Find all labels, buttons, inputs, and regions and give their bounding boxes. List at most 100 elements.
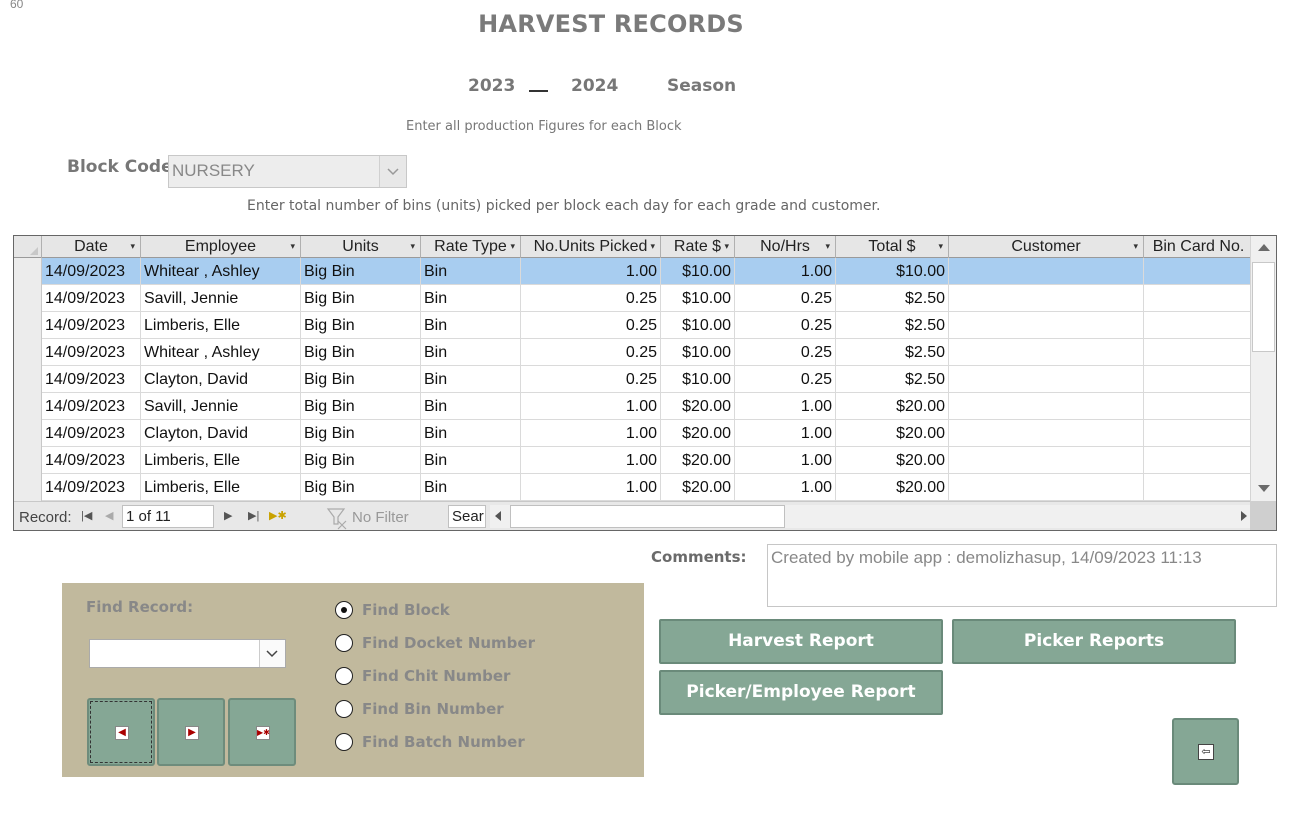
sort-filter-icon[interactable]: ▾ bbox=[650, 236, 655, 257]
cell-employee[interactable]: Savill, Jennie bbox=[141, 393, 301, 420]
cell-units-picked[interactable]: 0.25 bbox=[521, 339, 661, 366]
cell-employee[interactable]: Limberis, Elle bbox=[141, 312, 301, 339]
find-record-combo[interactable] bbox=[89, 639, 286, 668]
season-start-year[interactable]: 2023 bbox=[468, 76, 515, 96]
cell-bin-card[interactable] bbox=[1144, 285, 1250, 312]
cell-units-picked[interactable]: 0.25 bbox=[521, 312, 661, 339]
cell-customer[interactable] bbox=[949, 474, 1144, 501]
cell-total[interactable]: $20.00 bbox=[836, 420, 949, 447]
cell-total[interactable]: $20.00 bbox=[836, 474, 949, 501]
new-record-button[interactable]: ▶✱ bbox=[228, 698, 296, 766]
cell-rate[interactable]: $10.00 bbox=[661, 366, 735, 393]
radio-button[interactable] bbox=[335, 667, 353, 685]
scroll-thumb[interactable] bbox=[1252, 262, 1275, 352]
table-row[interactable]: 14/09/2023 Whitear , Ashley Big Bin Bin 0.25… bbox=[14, 339, 1250, 366]
cell-hours[interactable]: 1.00 bbox=[735, 258, 836, 285]
column-header-customer[interactable]: Customer ▾ bbox=[949, 236, 1144, 258]
cell-units[interactable]: Big Bin bbox=[301, 339, 421, 366]
harvest-datasheet[interactable]: Date ▾ Employee ▾ Units ▾ Rate Type ▾ No.Units P… bbox=[13, 235, 1277, 531]
cell-employee[interactable]: Clayton, David bbox=[141, 420, 301, 447]
sort-filter-icon[interactable]: ▾ bbox=[724, 236, 729, 257]
season-end-year[interactable]: 2024 bbox=[571, 76, 618, 96]
record-position-input[interactable]: 1 of 11 bbox=[122, 505, 214, 528]
cell-units[interactable]: Big Bin bbox=[301, 258, 421, 285]
row-selector[interactable] bbox=[14, 447, 42, 474]
block-code-combo[interactable]: NURSERY bbox=[168, 155, 407, 188]
cell-units[interactable]: Big Bin bbox=[301, 312, 421, 339]
cell-date[interactable]: 14/09/2023 bbox=[42, 339, 141, 366]
cell-bin-card[interactable] bbox=[1144, 258, 1250, 285]
cell-total[interactable]: $20.00 bbox=[836, 447, 949, 474]
hscroll-thumb[interactable] bbox=[510, 505, 785, 528]
harvest-report-button[interactable]: Harvest Report bbox=[659, 619, 943, 664]
row-selector[interactable] bbox=[14, 474, 42, 501]
cell-total[interactable]: $10.00 bbox=[836, 258, 949, 285]
cell-rate-type[interactable]: Bin bbox=[421, 285, 521, 312]
cell-rate[interactable]: $20.00 bbox=[661, 393, 735, 420]
scroll-down-icon[interactable] bbox=[1258, 485, 1270, 492]
row-selector[interactable] bbox=[14, 393, 42, 420]
table-row[interactable]: 14/09/2023 Limberis, Elle Big Bin Bin 0.25 $1… bbox=[14, 312, 1250, 339]
row-selector[interactable] bbox=[14, 366, 42, 393]
column-header-rate-type[interactable]: Rate Type ▾ bbox=[421, 236, 521, 258]
cell-units-picked[interactable]: 1.00 bbox=[521, 474, 661, 501]
cell-customer[interactable] bbox=[949, 420, 1144, 447]
cell-bin-card[interactable] bbox=[1144, 420, 1250, 447]
cell-rate-type[interactable]: Bin bbox=[421, 474, 521, 501]
cell-customer[interactable] bbox=[949, 258, 1144, 285]
cell-customer[interactable] bbox=[949, 339, 1144, 366]
next-record-icon[interactable]: ▶ bbox=[224, 509, 232, 522]
cell-total[interactable]: $2.50 bbox=[836, 339, 949, 366]
scroll-up-icon[interactable] bbox=[1258, 244, 1270, 251]
column-header-date[interactable]: Date ▾ bbox=[42, 236, 141, 258]
select-all-corner[interactable] bbox=[14, 236, 42, 258]
cell-hours[interactable]: 1.00 bbox=[735, 474, 836, 501]
exit-button[interactable]: ⇦ bbox=[1172, 718, 1239, 785]
cell-total[interactable]: $20.00 bbox=[836, 393, 949, 420]
cell-rate[interactable]: $10.00 bbox=[661, 285, 735, 312]
horizontal-scrollbar[interactable] bbox=[490, 505, 1252, 528]
comments-field[interactable]: Created by mobile app : demolizhasup, 14… bbox=[767, 544, 1277, 607]
cell-hours[interactable]: 0.25 bbox=[735, 312, 836, 339]
cell-hours[interactable]: 1.00 bbox=[735, 393, 836, 420]
cell-employee[interactable]: Whitear , Ashley bbox=[141, 258, 301, 285]
cell-customer[interactable] bbox=[949, 285, 1144, 312]
cell-rate[interactable]: $20.00 bbox=[661, 447, 735, 474]
sort-filter-icon[interactable]: ▾ bbox=[1133, 236, 1138, 257]
picker-employee-report-button[interactable]: Picker/Employee Report bbox=[659, 670, 943, 715]
cell-bin-card[interactable] bbox=[1144, 366, 1250, 393]
cell-units-picked[interactable]: 0.25 bbox=[521, 366, 661, 393]
row-selector[interactable] bbox=[14, 420, 42, 447]
cell-date[interactable]: 14/09/2023 bbox=[42, 420, 141, 447]
vertical-scrollbar[interactable] bbox=[1250, 236, 1276, 501]
table-row[interactable]: 14/09/2023 Clayton, David Big Bin Bin 1.00 $2… bbox=[14, 420, 1250, 447]
cell-date[interactable]: 14/09/2023 bbox=[42, 285, 141, 312]
sort-filter-icon[interactable]: ▾ bbox=[938, 236, 943, 257]
cell-rate-type[interactable]: Bin bbox=[421, 420, 521, 447]
cell-hours[interactable]: 1.00 bbox=[735, 420, 836, 447]
sort-filter-icon[interactable]: ▾ bbox=[825, 236, 830, 257]
cell-rate[interactable]: $10.00 bbox=[661, 312, 735, 339]
row-selector[interactable] bbox=[14, 285, 42, 312]
cell-employee[interactable]: Clayton, David bbox=[141, 366, 301, 393]
cell-hours[interactable]: 1.00 bbox=[735, 447, 836, 474]
cell-employee[interactable]: Savill, Jennie bbox=[141, 285, 301, 312]
previous-record-button[interactable]: ◀ bbox=[87, 698, 155, 766]
cell-units-picked[interactable]: 1.00 bbox=[521, 420, 661, 447]
cell-employee[interactable]: Limberis, Elle bbox=[141, 447, 301, 474]
cell-rate[interactable]: $10.00 bbox=[661, 339, 735, 366]
radio-button[interactable] bbox=[335, 634, 353, 652]
table-row[interactable]: 14/09/2023 Limberis, Elle Big Bin Bin 1.00 $2… bbox=[14, 474, 1250, 501]
column-header-rate[interactable]: Rate $ ▾ bbox=[661, 236, 735, 258]
cell-hours[interactable]: 0.25 bbox=[735, 366, 836, 393]
cell-units-picked[interactable]: 1.00 bbox=[521, 447, 661, 474]
sort-filter-icon[interactable]: ▾ bbox=[130, 236, 135, 257]
column-header-bin-card[interactable]: Bin Card No. bbox=[1144, 236, 1254, 258]
cell-total[interactable]: $2.50 bbox=[836, 312, 949, 339]
cell-rate-type[interactable]: Bin bbox=[421, 339, 521, 366]
cell-bin-card[interactable] bbox=[1144, 312, 1250, 339]
scroll-left-icon[interactable] bbox=[495, 511, 501, 521]
table-row[interactable]: 14/09/2023 Clayton, David Big Bin Bin 0.25 $1… bbox=[14, 366, 1250, 393]
cell-rate-type[interactable]: Bin bbox=[421, 393, 521, 420]
block-code-dropdown-button[interactable] bbox=[379, 156, 406, 187]
